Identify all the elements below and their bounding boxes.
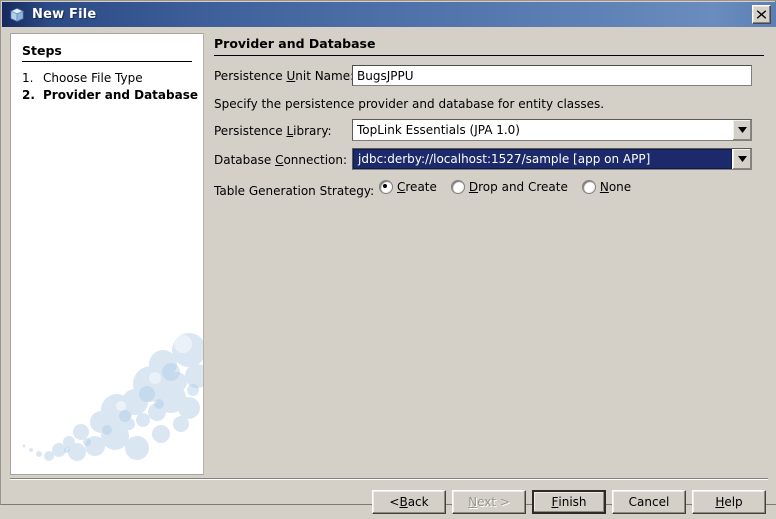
page-title: Provider and Database <box>214 36 764 56</box>
persistence-library-combobox[interactable]: TopLink Essentials (JPA 1.0) <box>352 119 752 141</box>
back-button[interactable]: < Back <box>372 490 446 514</box>
database-connection-value: jdbc:derby://localhost:1527/sample [app … <box>353 149 732 169</box>
help-button[interactable]: Help <box>692 490 766 514</box>
persistence-library-value: TopLink Essentials (JPA 1.0) <box>357 123 520 137</box>
close-button[interactable] <box>752 5 771 24</box>
radio-create[interactable]: Create <box>379 180 437 194</box>
radio-dot-icon <box>379 180 393 194</box>
radio-dot-icon <box>450 180 465 194</box>
cube-icon <box>10 7 24 22</box>
table-generation-strategy-radio-group: Create Drop and Create None <box>379 180 645 194</box>
persistence-unit-name-input[interactable] <box>352 65 752 86</box>
step-item-1: 1. Choose File Type <box>22 70 197 87</box>
step-number: 1. <box>22 71 34 85</box>
description-text: Specify the persistence provider and dat… <box>214 97 605 111</box>
radio-label: Create <box>397 180 437 194</box>
step-label: Provider and Database <box>43 88 198 102</box>
steps-heading: Steps <box>22 43 192 62</box>
table-generation-strategy-label: Table Generation Strategy: <box>214 184 375 198</box>
next-button[interactable]: Next > <box>452 490 526 514</box>
radio-drop-and-create[interactable]: Drop and Create <box>450 180 568 194</box>
steps-list: 1. Choose File Type 2. Provider and Data… <box>22 70 198 104</box>
step-number: 2. <box>22 88 35 102</box>
radio-label: None <box>599 180 632 194</box>
persistence-library-label: Persistence Library: <box>214 124 332 138</box>
chevron-down-icon[interactable] <box>732 120 751 140</box>
footer-separator <box>10 478 768 480</box>
title-bar[interactable]: New File <box>2 2 776 27</box>
radio-label: Drop and Create <box>468 180 568 194</box>
dialog-body: Steps 1. Choose File Type 2. Provider an… <box>2 27 776 514</box>
database-connection-label: Database Connection: <box>214 153 348 167</box>
database-connection-combobox[interactable]: jdbc:derby://localhost:1527/sample [app … <box>352 148 752 170</box>
decorative-bubbles-graphic <box>22 333 203 461</box>
chevron-down-icon[interactable] <box>732 149 751 169</box>
dialog-button-bar: < Back Next > Finish Cancel Help <box>2 485 776 519</box>
step-label: Choose File Type <box>43 71 143 85</box>
window-title: New File <box>32 7 97 22</box>
persistence-unit-name-label: Persistence Unit Name: <box>214 69 355 83</box>
new-file-dialog: New File Steps 1. Choose File Type 2. Pr… <box>0 0 776 514</box>
radio-dot-icon <box>581 180 596 194</box>
finish-button[interactable]: Finish <box>532 490 606 514</box>
radio-none[interactable]: None <box>581 180 632 194</box>
close-icon <box>756 10 767 19</box>
step-item-2: 2. Provider and Database <box>22 87 198 104</box>
cancel-button[interactable]: Cancel <box>612 490 686 514</box>
steps-panel: Steps 1. Choose File Type 2. Provider an… <box>10 33 204 475</box>
title-bar-left: New File <box>2 7 752 23</box>
